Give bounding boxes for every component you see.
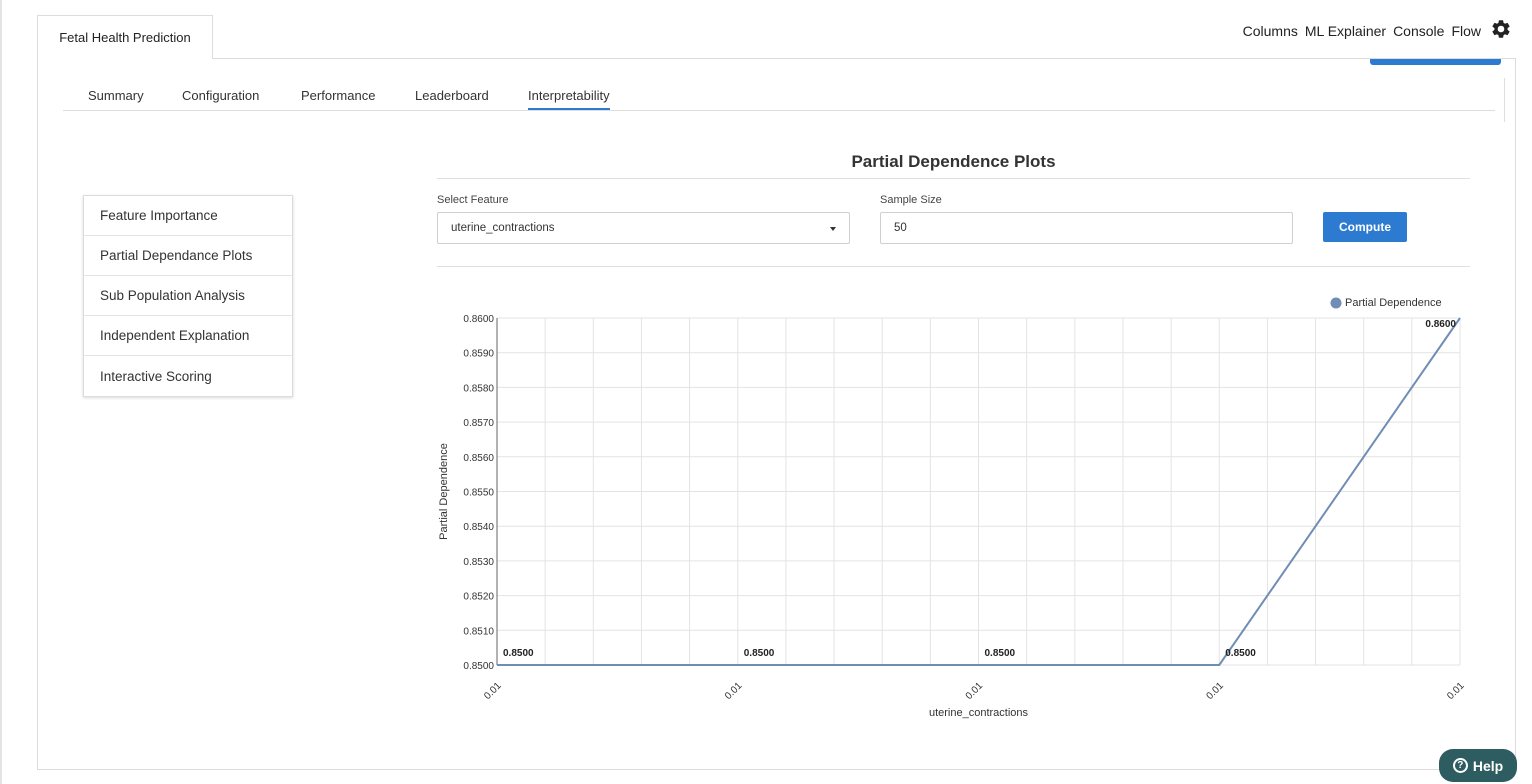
tab-performance[interactable]: Performance: [301, 88, 375, 108]
data-label: 0.8500: [985, 648, 1016, 659]
tab-bar-divider: [1504, 78, 1505, 122]
gear-icon[interactable]: [1490, 18, 1512, 40]
y-tick-label: 0.8590: [463, 349, 494, 360]
y-tick-label: 0.8520: [463, 592, 494, 603]
tab-configuration[interactable]: Configuration: [182, 88, 259, 108]
top-nav: Columns ML Explainer Console Flow: [1243, 20, 1512, 40]
x-tick-label: 0.01: [964, 680, 986, 702]
experiment-tab[interactable]: Fetal Health Prediction: [37, 15, 213, 59]
chevron-down-icon: [830, 227, 836, 231]
panel-title: Partial Dependence Plots: [851, 152, 1056, 171]
compute-button[interactable]: Compute: [1323, 212, 1407, 242]
nav-columns[interactable]: Columns: [1243, 23, 1298, 39]
menu-item-feature-importance[interactable]: Feature Importance: [84, 196, 292, 236]
y-tick-label: 0.8570: [463, 418, 494, 429]
tab-summary[interactable]: Summary: [88, 88, 144, 108]
sample-size-input[interactable]: [880, 212, 1293, 244]
action-button-edge[interactable]: [1370, 59, 1501, 65]
tab-interpretability[interactable]: Interpretability: [528, 88, 610, 110]
y-tick-label: 0.8550: [463, 488, 494, 499]
data-label: 0.8500: [744, 648, 775, 659]
y-tick-label: 0.8500: [463, 661, 494, 672]
data-label: 0.8600: [1425, 319, 1456, 330]
help-label: Help: [1472, 757, 1504, 774]
sample-size-label: Sample Size: [880, 194, 942, 206]
x-tick-label: 0.01: [1204, 680, 1226, 702]
select-feature-label: Select Feature: [437, 194, 509, 206]
data-label: 0.8500: [1225, 648, 1256, 659]
y-tick-label: 0.8510: [463, 626, 494, 637]
form-divider: [437, 266, 1470, 267]
y-tick-label: 0.8560: [463, 453, 494, 464]
menu-item-partial-dependance-plots[interactable]: Partial Dependance Plots: [84, 236, 292, 276]
help-icon: ?: [1452, 758, 1468, 773]
nav-ml-explainer[interactable]: ML Explainer: [1305, 23, 1386, 39]
title-divider: [437, 178, 1470, 179]
data-label: 0.8500: [503, 648, 534, 659]
tab-leaderboard[interactable]: Leaderboard: [415, 88, 489, 108]
legend-label: Partial Dependence: [1345, 297, 1442, 309]
x-axis-title: uterine_contractions: [929, 707, 1029, 719]
x-tick-label: 0.01: [482, 680, 504, 702]
y-axis-title: Partial Dependence: [438, 443, 450, 540]
y-tick-label: 0.8530: [463, 557, 494, 568]
menu-item-independent-explanation[interactable]: Independent Explanation: [84, 316, 292, 356]
legend-marker: [1330, 297, 1342, 309]
y-tick-label: 0.8600: [463, 314, 494, 325]
page: Fetal Health Prediction Columns ML Expla…: [0, 0, 1532, 784]
partial-dependence-chart: 0.8500 0.8510 0.8520 0.8530 0.8540 0.8550 0.85…: [438, 297, 1467, 719]
tab-bar: Summary Configuration Performance Leader…: [63, 78, 1495, 111]
y-tick-label: 0.8580: [463, 383, 494, 394]
feature-select[interactable]: uterine_contractions: [437, 212, 850, 244]
x-tick-label: 0.01: [1445, 680, 1467, 702]
help-button[interactable]: ? Help: [1439, 749, 1517, 782]
feature-select-value: uterine_contractions: [451, 222, 555, 234]
explainer-menu: Feature Importance Partial Dependance Pl…: [83, 195, 293, 397]
header-divider: [37, 58, 1515, 59]
y-tick-label: 0.8540: [463, 522, 494, 533]
menu-item-sub-population-analysis[interactable]: Sub Population Analysis: [84, 276, 292, 316]
window-edge: [0, 0, 2, 784]
nav-console[interactable]: Console: [1393, 23, 1444, 39]
nav-flow[interactable]: Flow: [1451, 23, 1481, 39]
x-tick-label: 0.01: [723, 680, 745, 702]
menu-item-interactive-scoring[interactable]: Interactive Scoring: [84, 356, 292, 396]
